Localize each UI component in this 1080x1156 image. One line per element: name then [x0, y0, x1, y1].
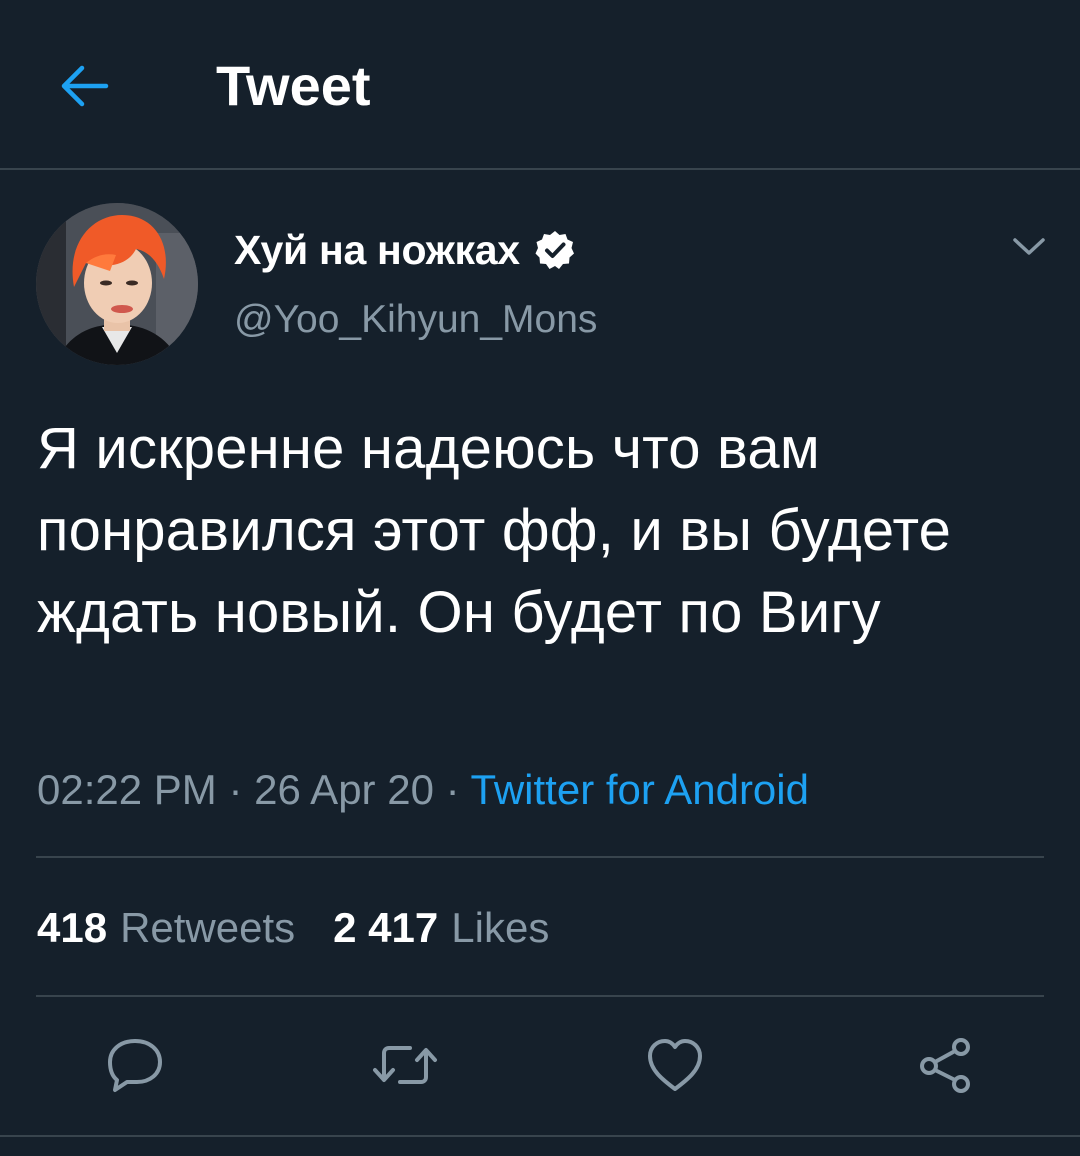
verified-badge-icon	[535, 231, 574, 269]
page-title: Tweet	[216, 54, 371, 117]
share-icon	[920, 1038, 970, 1093]
retweet-button[interactable]	[370, 1030, 440, 1100]
reply-button[interactable]	[100, 1030, 170, 1100]
avatar-image	[36, 203, 198, 365]
tweet-meta: 02:22 PM · 26 Apr 20 · Twitter for Andro…	[37, 766, 809, 814]
avatar[interactable]	[36, 203, 198, 365]
top-bar: Tweet	[0, 0, 1080, 170]
divider	[0, 1135, 1080, 1137]
share-button[interactable]	[910, 1030, 980, 1100]
author-name-row[interactable]: Хуй на ножках	[234, 224, 576, 276]
like-button[interactable]	[640, 1030, 710, 1100]
tweet-source-link[interactable]: Twitter for Android	[471, 766, 809, 813]
display-name: Хуй на ножках	[234, 226, 520, 273]
retweets-stat[interactable]: 418 Retweets	[37, 904, 295, 952]
retweet-icon	[373, 1046, 437, 1084]
action-bar	[0, 1030, 1080, 1100]
divider	[36, 995, 1044, 997]
tweet-time: 02:22 PM	[37, 766, 217, 813]
reply-icon	[108, 1039, 162, 1092]
likes-count: 2 417	[333, 904, 439, 951]
heart-icon	[648, 1039, 702, 1091]
arrow-left-icon	[61, 65, 109, 107]
more-options-button[interactable]	[1004, 222, 1054, 272]
likes-label: Likes	[451, 904, 550, 951]
tweet-text: Я искренне надеюсь что вам понравился эт…	[37, 416, 952, 645]
likes-stat[interactable]: 2 417 Likes	[333, 904, 549, 952]
retweets-count: 418	[37, 904, 108, 951]
chevron-down-icon	[1013, 238, 1045, 255]
tweet-stats: 418 Retweets 2 417 Likes	[37, 904, 587, 952]
author-handle[interactable]: @Yoo_Kihyun_Mons	[234, 298, 597, 342]
meta-separator: ·	[433, 766, 471, 813]
back-button[interactable]	[52, 54, 116, 118]
tweet-date: 26 Apr 20	[254, 766, 434, 813]
retweets-label: Retweets	[120, 904, 296, 951]
meta-separator: ·	[216, 766, 255, 813]
divider	[36, 856, 1044, 858]
